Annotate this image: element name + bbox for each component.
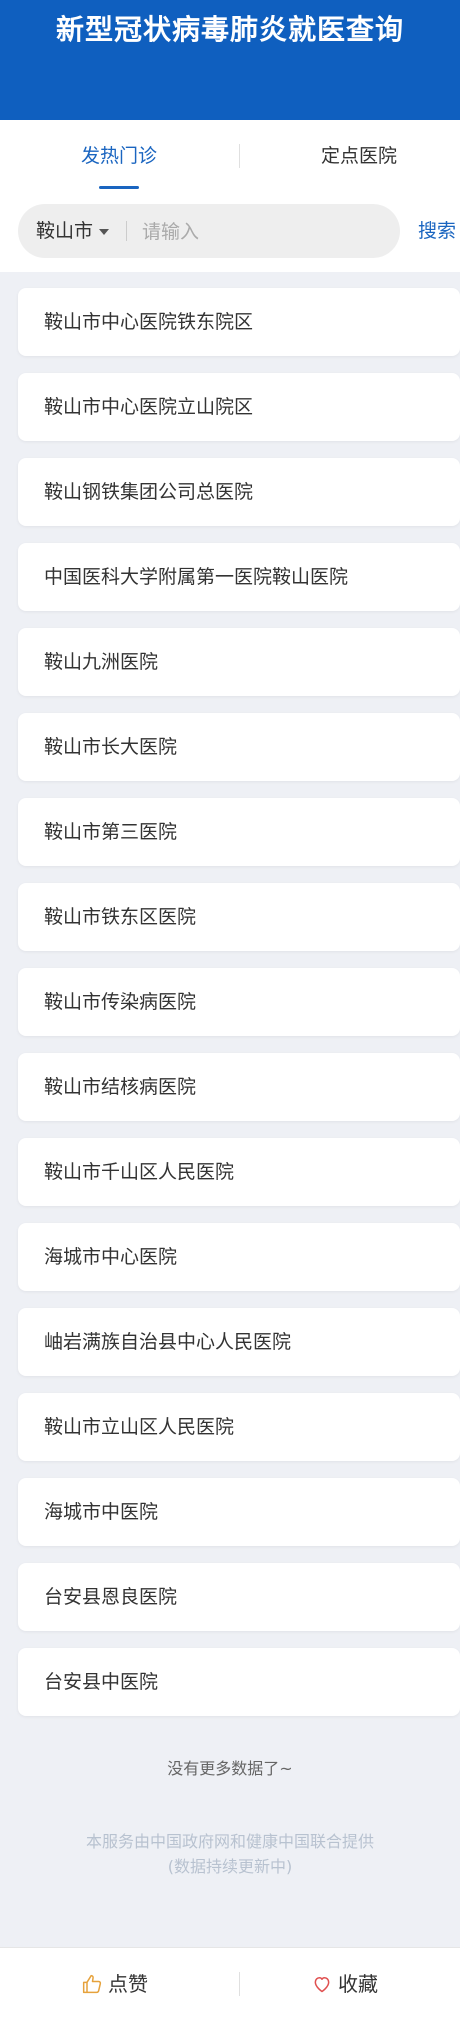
tab-fever-clinic[interactable]: 发热门诊	[4, 120, 234, 192]
hospital-name: 台安县恩良医院	[44, 1586, 178, 1608]
list-item[interactable]: 鞍山市第三医院	[18, 798, 460, 866]
list-item[interactable]: 鞍山市铁东区医院	[18, 883, 460, 951]
service-note-line: 本服务由中国政府网和健康中国联合提供	[85, 1832, 374, 1851]
list-item[interactable]: 鞍山市长大医院	[18, 713, 460, 781]
hospital-name: 鞍山市中心医院铁东院区	[44, 311, 254, 333]
tab-bar: 发热门诊 定点医院	[0, 120, 460, 192]
list-item[interactable]: 鞍山市立山区人民医院	[18, 1393, 460, 1461]
search-box: 鞍山市	[18, 204, 400, 260]
header: 新型冠状病毒肺炎就医查询	[0, 0, 460, 120]
search-box-divider	[126, 221, 127, 241]
thumbs-up-icon	[82, 1974, 102, 1994]
hospital-name: 岫岩满族自治县中心人民医院	[44, 1331, 292, 1353]
tab-divider	[239, 144, 240, 168]
favorite-label: 收藏	[338, 1972, 378, 1996]
caret-down-icon	[99, 228, 110, 235]
list-item[interactable]: 鞍山九洲医院	[18, 628, 460, 696]
list-item[interactable]: 鞍山钢铁集团公司总医院	[18, 458, 460, 526]
hospital-name: 鞍山市中心医院立山院区	[44, 396, 254, 418]
list-item[interactable]: 岫岩满族自治县中心人民医院	[18, 1308, 460, 1376]
list-item[interactable]: 台安县中医院	[18, 1648, 460, 1716]
page-title: 新型冠状病毒肺炎就医查询	[55, 13, 404, 46]
list-item[interactable]: 鞍山市中心医院铁东院区	[18, 288, 460, 356]
favorite-button[interactable]: 收藏	[230, 1948, 460, 2020]
bottom-bar: 点赞 收藏	[0, 1947, 460, 2020]
hospital-name: 鞍山市铁东区医院	[44, 906, 197, 928]
like-label: 点赞	[108, 1972, 148, 1996]
search-input[interactable]	[140, 204, 384, 260]
hospital-name: 中国医科大学附属第一医院鞍山医院	[44, 566, 349, 588]
list-item[interactable]: 海城市中医院	[18, 1478, 460, 1546]
heart-icon	[314, 1977, 330, 1993]
hospital-name: 鞍山九洲医院	[44, 651, 159, 673]
hospital-name: 鞍山市第三医院	[44, 821, 178, 843]
active-tab-indicator	[99, 186, 139, 189]
hospital-name: 鞍山市长大医院	[44, 736, 178, 758]
list-item[interactable]: 鞍山市中心医院立山院区	[18, 373, 460, 441]
list-item[interactable]: 鞍山市千山区人民医院	[18, 1138, 460, 1206]
hospital-name: 台安县中医院	[44, 1671, 159, 1693]
search-bar: 鞍山市 搜索	[0, 192, 460, 272]
hospital-name: 鞍山市立山区人民医院	[44, 1416, 235, 1438]
tab-designated-hospital[interactable]: 定点医院	[244, 120, 460, 192]
list-item[interactable]: 鞍山市传染病医院	[18, 968, 460, 1036]
list-item[interactable]: 台安县恩良医院	[18, 1563, 460, 1631]
city-select-label: 鞍山市	[36, 220, 94, 242]
list-item[interactable]: 中国医科大学附属第一医院鞍山医院	[18, 543, 460, 611]
list-item[interactable]: 鞍山市结核病医院	[18, 1053, 460, 1121]
hospital-name: 鞍山市千山区人民医院	[44, 1161, 235, 1183]
hospital-name: 海城市中心医院	[44, 1246, 178, 1268]
hospital-name: 鞍山市传染病医院	[44, 991, 197, 1013]
no-more-data-text: 没有更多数据了~	[167, 1759, 293, 1778]
service-note-subline: (数据持续更新中)	[167, 1857, 293, 1876]
like-button[interactable]: 点赞	[0, 1948, 230, 2020]
city-select[interactable]: 鞍山市	[36, 204, 110, 258]
hospital-name: 鞍山市结核病医院	[44, 1076, 197, 1098]
service-note: 本服务由中国政府网和健康中国联合提供 (数据持续更新中)	[0, 1829, 460, 1879]
hospital-name: 鞍山钢铁集团公司总医院	[44, 481, 254, 503]
hospital-name: 海城市中医院	[44, 1501, 159, 1523]
list-item[interactable]: 海城市中心医院	[18, 1223, 460, 1291]
search-button[interactable]: 搜索	[418, 204, 456, 258]
